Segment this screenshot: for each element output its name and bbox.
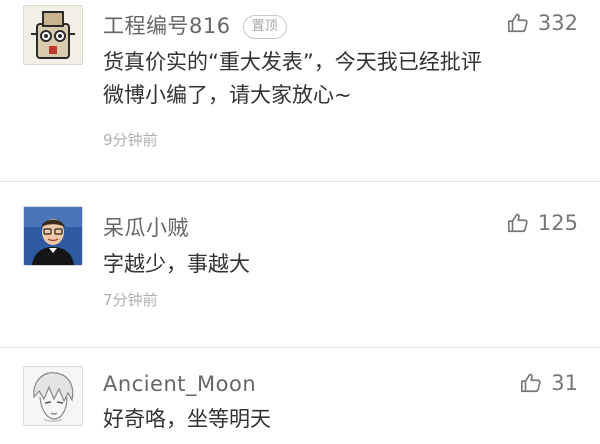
- cartoon-avatar-icon: [24, 6, 82, 64]
- avatar[interactable]: [23, 206, 83, 266]
- thumbs-up-icon: [507, 13, 528, 33]
- pinned-badge: 置顶: [242, 15, 287, 39]
- username-label: 工程编号816: [103, 14, 231, 38]
- thumbs-up-icon: [521, 373, 541, 393]
- like-button[interactable]: 31: [520, 369, 578, 397]
- comment-item: Ancient_Moon 31 好奇咯，坐等明天: [0, 348, 600, 444]
- anime-sketch-avatar-icon: [24, 367, 82, 425]
- comment-item: 工程编号816 置顶 332 货真价实的“重大发表”，今天我已经批评 微博小编了，…: [0, 0, 600, 180]
- like-count: 125: [537, 211, 578, 235]
- comment-text-line: 货真价实的“重大发表”，今天我已经批评: [103, 50, 482, 74]
- person-photo-icon: [24, 207, 82, 265]
- comment-text-line: 好奇咯，坐等明天: [103, 407, 271, 431]
- comment-text-line: 微博小编了，请大家放心~: [103, 83, 352, 107]
- comment-text: 货真价实的“重大发表”，今天我已经批评 微博小编了，请大家放心~: [103, 46, 593, 112]
- comment-text: 字越少，事越大: [103, 248, 593, 281]
- avatar[interactable]: [23, 366, 83, 426]
- comment-item: 呆瓜小贼 125 字越少，事越大 7分钟前: [0, 182, 600, 347]
- like-button[interactable]: 332: [507, 9, 578, 37]
- username[interactable]: Ancient_Moon: [103, 372, 256, 396]
- timestamp: 9分钟前: [103, 131, 158, 149]
- username[interactable]: 工程编号816 置顶: [103, 10, 287, 40]
- username[interactable]: 呆瓜小贼: [103, 212, 189, 242]
- like-button[interactable]: 125: [507, 209, 578, 237]
- like-count: 332: [537, 11, 578, 35]
- username-label: Ancient_Moon: [103, 372, 257, 396]
- like-count: 31: [551, 371, 578, 395]
- timestamp: 7分钟前: [103, 291, 158, 309]
- avatar[interactable]: [23, 5, 83, 65]
- comment-text-line: 字越少，事越大: [103, 252, 250, 276]
- thumbs-up-icon: [507, 213, 528, 233]
- username-label: 呆瓜小贼: [103, 216, 189, 240]
- comment-text: 好奇咯，坐等明天: [103, 403, 593, 436]
